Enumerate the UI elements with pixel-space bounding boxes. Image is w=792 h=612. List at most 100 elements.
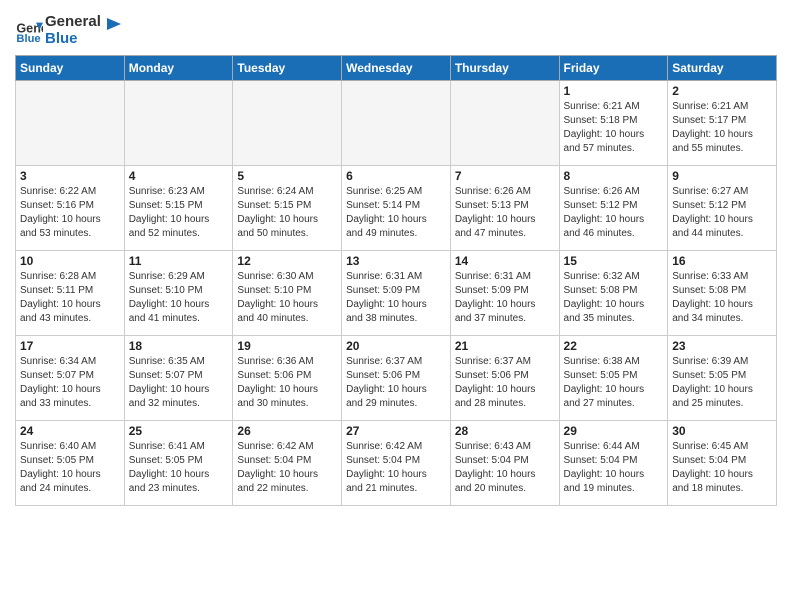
day-info: Sunrise: 6:35 AMSunset: 5:07 PMDaylight:… — [129, 355, 229, 411]
day-info: Sunrise: 6:43 AMSunset: 5:04 PMDaylight:… — [455, 440, 555, 496]
calendar-week-2: 3 Sunrise: 6:22 AMSunset: 5:16 PMDaylight… — [16, 166, 777, 251]
day-number: 18 — [129, 339, 229, 353]
day-info: Sunrise: 6:26 AMSunset: 5:12 PMDaylight:… — [564, 185, 664, 241]
day-number: 3 — [20, 169, 120, 183]
daylight-label: Daylight: 10 hours and 27 minutes. — [564, 384, 645, 409]
daylight-label: Daylight: 10 hours and 25 minutes. — [672, 384, 753, 409]
day-info: Sunrise: 6:22 AMSunset: 5:16 PMDaylight:… — [20, 185, 120, 241]
daylight-label: Daylight: 10 hours and 41 minutes. — [129, 299, 210, 324]
day-number: 27 — [346, 424, 446, 438]
day-info: Sunrise: 6:27 AMSunset: 5:12 PMDaylight:… — [672, 185, 772, 241]
sunset-label: Sunset: 5:09 PM — [346, 285, 420, 296]
day-info: Sunrise: 6:21 AMSunset: 5:17 PMDaylight:… — [672, 100, 772, 156]
sunset-label: Sunset: 5:08 PM — [564, 285, 638, 296]
day-info: Sunrise: 6:39 AMSunset: 5:05 PMDaylight:… — [672, 355, 772, 411]
sunrise-label: Sunrise: 6:28 AM — [20, 271, 96, 282]
day-number: 5 — [237, 169, 337, 183]
calendar-cell: 25Sunrise: 6:41 AMSunset: 5:05 PMDayligh… — [124, 421, 233, 506]
day-number: 22 — [564, 339, 664, 353]
sunrise-label: Sunrise: 6:34 AM — [20, 356, 96, 367]
sunrise-label: Sunrise: 6:26 AM — [564, 186, 640, 197]
calendar-cell: 20 Sunrise: 6:37 AM Sunset: 5:06 PM Dayligh… — [342, 336, 451, 421]
calendar-cell: 3 Sunrise: 6:22 AMSunset: 5:16 PMDaylight… — [16, 166, 125, 251]
day-number: 23 — [672, 339, 772, 353]
calendar-cell: 1Sunrise: 6:21 AMSunset: 5:18 PMDaylight… — [559, 81, 668, 166]
calendar-cell: 30Sunrise: 6:45 AMSunset: 5:04 PMDayligh… — [668, 421, 777, 506]
day-info: Sunrise: 6:42 AMSunset: 5:04 PMDaylight:… — [346, 440, 446, 496]
sunrise-label: Sunrise: 6:42 AM — [237, 441, 313, 452]
sunset-label: Sunset: 5:15 PM — [237, 200, 311, 211]
sunset-label: Sunset: 5:15 PM — [129, 200, 203, 211]
calendar-cell: 13Sunrise: 6:31 AMSunset: 5:09 PMDayligh… — [342, 251, 451, 336]
day-info: Sunrise: 6:38 AMSunset: 5:05 PMDaylight:… — [564, 355, 664, 411]
daylight-label: Daylight: 10 hours and 34 minutes. — [672, 299, 753, 324]
daylight-label: Daylight: 10 hours and 30 minutes. — [237, 384, 318, 409]
day-info: Sunrise: 6:37 AM Sunset: 5:06 PM Daylight:… — [346, 355, 446, 411]
daylight-label: Daylight: 10 hours and 21 minutes. — [346, 469, 427, 494]
day-number: 9 — [672, 169, 772, 183]
sunset-label: Sunset: 5:13 PM — [455, 200, 529, 211]
calendar-cell — [450, 81, 559, 166]
calendar-cell: 28 Sunrise: 6:43 AMSunset: 5:04 PMDayligh… — [450, 421, 559, 506]
sunrise-label: Sunrise: 6:26 AM — [455, 186, 531, 197]
sunset-label: Sunset: 5:07 PM — [20, 370, 94, 381]
day-info: Sunrise: 6:45 AMSunset: 5:04 PMDaylight:… — [672, 440, 772, 496]
daylight-label: Daylight: 10 hours and 49 minutes. — [346, 214, 427, 239]
calendar-cell: 29Sunrise: 6:44 AMSunset: 5:04 PMDayligh… — [559, 421, 668, 506]
calendar-cell: 2Sunrise: 6:21 AMSunset: 5:17 PMDaylight… — [668, 81, 777, 166]
logo-icon: General Blue — [15, 17, 43, 45]
day-info: Sunrise: 6:34 AM Sunset: 5:07 PM Daylight:… — [20, 355, 120, 411]
day-number: 14 — [455, 254, 555, 268]
sunrise-label: Sunrise: 6:21 AM — [564, 101, 640, 112]
sunset-label: Sunset: 5:10 PM — [129, 285, 203, 296]
daylight-label: Daylight: 10 hours and 57 minutes. — [564, 129, 645, 154]
sunrise-label: Sunrise: 6:27 AM — [672, 186, 748, 197]
sunrise-label: Sunrise: 6:41 AM — [129, 441, 205, 452]
calendar-cell: 16Sunrise: 6:33 AMSunset: 5:08 PMDayligh… — [668, 251, 777, 336]
daylight-label: Daylight: 10 hours and 24 minutes. — [20, 469, 101, 494]
day-number: 15 — [564, 254, 664, 268]
daylight-label: Daylight: 10 hours and 18 minutes. — [672, 469, 753, 494]
daylight-label: Daylight: 10 hours and 38 minutes. — [346, 299, 427, 324]
sunset-label: Sunset: 5:12 PM — [564, 200, 638, 211]
sunrise-label: Sunrise: 6:38 AM — [564, 356, 640, 367]
sunset-label: Sunset: 5:10 PM — [237, 285, 311, 296]
daylight-label: Daylight: 10 hours and 40 minutes. — [237, 299, 318, 324]
sunset-label: Sunset: 5:09 PM — [455, 285, 529, 296]
calendar-cell: 24Sunrise: 6:40 AMSunset: 5:05 PMDayligh… — [16, 421, 125, 506]
sunrise-label: Sunrise: 6:43 AM — [455, 441, 531, 452]
sunrise-label: Sunrise: 6:25 AM — [346, 186, 422, 197]
day-number: 7 — [455, 169, 555, 183]
sunset-label: Sunset: 5:04 PM — [346, 455, 420, 466]
sunset-label: Sunset: 5:04 PM — [564, 455, 638, 466]
daylight-label: Daylight: 10 hours and 33 minutes. — [20, 384, 101, 409]
daylight-label: Daylight: 10 hours and 29 minutes. — [346, 384, 427, 409]
day-number: 28 — [455, 424, 555, 438]
calendar-cell: 6Sunrise: 6:25 AMSunset: 5:14 PMDaylight… — [342, 166, 451, 251]
sunrise-label: Sunrise: 6:29 AM — [129, 271, 205, 282]
sunset-label: Sunset: 5:17 PM — [672, 115, 746, 126]
calendar-cell: 7 Sunrise: 6:26 AM Sunset: 5:13 PM Daylight… — [450, 166, 559, 251]
day-number: 10 — [20, 254, 120, 268]
calendar-cell — [16, 81, 125, 166]
calendar-header-row: SundayMondayTuesdayWednesdayThursdayFrid… — [16, 56, 777, 81]
sunset-label: Sunset: 5:06 PM — [346, 370, 420, 381]
calendar: SundayMondayTuesdayWednesdayThursdayFrid… — [15, 55, 777, 506]
sunset-label: Sunset: 5:14 PM — [346, 200, 420, 211]
day-info: Sunrise: 6:32 AMSunset: 5:08 PMDaylight:… — [564, 270, 664, 326]
daylight-label: Daylight: 10 hours and 32 minutes. — [129, 384, 210, 409]
calendar-cell: 17Sunrise: 6:34 AMSunset: 5:07 PMDayligh… — [16, 336, 125, 421]
day-info: Sunrise: 6:37 AMSunset: 5:06 PMDaylight:… — [455, 355, 555, 411]
sunrise-label: Sunrise: 6:37 AM — [346, 356, 422, 367]
sunrise-label: Sunrise: 6:37 AM — [455, 356, 531, 367]
daylight-label: Daylight: 10 hours and 28 minutes. — [455, 384, 536, 409]
sunset-label: Sunset: 5:12 PM — [672, 200, 746, 211]
sunrise-label: Sunrise: 6:39 AM — [672, 356, 748, 367]
calendar-cell: 23 Sunrise: 6:39 AMSunset: 5:05 PMDayligh… — [668, 336, 777, 421]
daylight-label: Daylight: 10 hours and 43 minutes. — [20, 299, 101, 324]
day-number: 8 — [564, 169, 664, 183]
day-number: 20 — [346, 339, 446, 353]
day-number: 13 — [346, 254, 446, 268]
daylight-label: Daylight: 10 hours and 47 minutes. — [455, 214, 536, 239]
day-number: 16 — [672, 254, 772, 268]
